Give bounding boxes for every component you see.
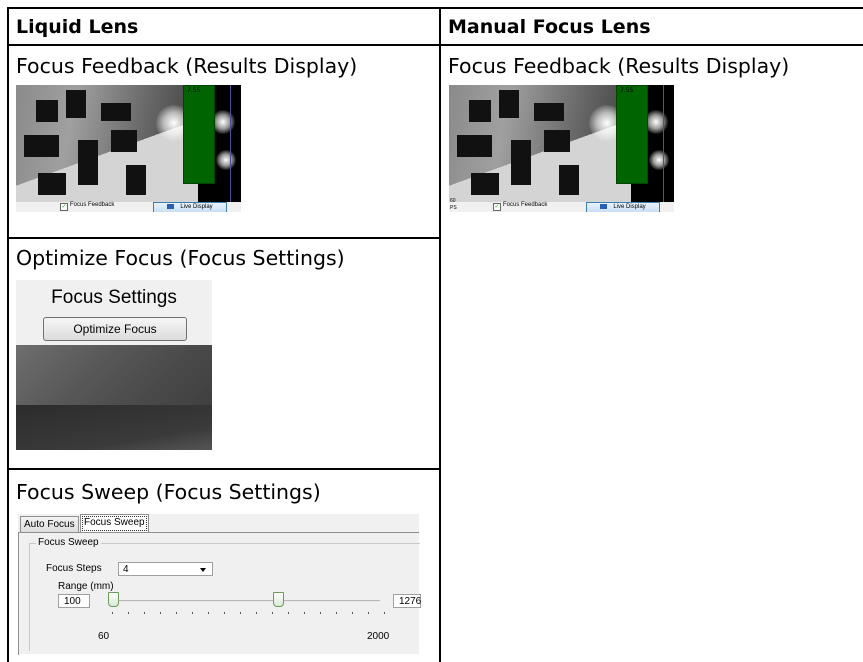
slider-tick (288, 612, 289, 614)
range-slider-track[interactable] (108, 600, 380, 602)
slider-tick (128, 612, 129, 614)
focus-feedback-bar (616, 85, 648, 184)
optimize-focus-image (16, 345, 212, 450)
focus-settings-title: Focus Settings (51, 287, 177, 308)
range-max-input[interactable]: 1276 (393, 594, 421, 608)
row3-left-title: Focus Sweep (Focus Settings) (16, 480, 321, 504)
focus-feedback-checkbox-label: Focus Feedback (70, 202, 115, 208)
comparison-table: Liquid Lens Manual Focus Lens Focus Feed… (0, 0, 863, 662)
focus-steps-select[interactable]: 4 (118, 562, 213, 576)
live-display-label: Live Display (613, 204, 646, 210)
edge-text: 60 (450, 198, 456, 204)
focus-image: 7.55 (16, 85, 241, 202)
focus-feedback-screenshot-liquid: 7.55 ✓ Focus Feedback Live Display (16, 85, 241, 212)
slider-tick (336, 612, 337, 614)
row1-right-title: Focus Feedback (Results Display) (448, 54, 790, 78)
focus-steps-value: 4 (123, 564, 129, 575)
tab-auto-focus[interactable]: Auto Focus (20, 516, 79, 533)
focus-feedback-value: 7.55 (620, 87, 634, 94)
row1-left-title: Focus Feedback (Results Display) (16, 54, 358, 78)
live-display-icon (167, 203, 175, 209)
header-liquid-lens: Liquid Lens (16, 16, 139, 38)
focus-steps-label: Focus Steps (46, 563, 102, 574)
range-min-input[interactable]: 100 (58, 594, 90, 608)
slider-tick (272, 612, 273, 614)
row1-bottom-border (7, 237, 439, 239)
range-label: Range (mm) (58, 581, 114, 592)
slider-tick (368, 612, 369, 614)
slider-tick (352, 612, 353, 614)
row2-left-title: Optimize Focus (Focus Settings) (16, 246, 345, 270)
focus-feedback-checkbox[interactable]: ✓ (493, 203, 501, 211)
scale-max-label: 2000 (367, 631, 390, 642)
slider-tick (144, 612, 145, 614)
column-divider (439, 7, 441, 662)
focus-feedback-checkbox[interactable]: ✓ (60, 203, 68, 211)
table-top-border (7, 7, 863, 9)
slider-tick (304, 612, 305, 614)
live-display-label: Live Display (180, 204, 213, 210)
slider-tick (192, 612, 193, 614)
slider-tick (240, 612, 241, 614)
focus-feedback-screenshot-manual: 7.55 60 PS ✓ Focus Feedback Live Display (449, 85, 674, 212)
focus-sweep-screenshot: Auto Focus Focus Sweep Focus Sweep Focus… (18, 514, 421, 655)
slider-tick (384, 612, 385, 614)
tab-focus-sweep[interactable]: Focus Sweep (80, 514, 149, 533)
scale-min-label: 60 (98, 631, 110, 642)
row2-bottom-border (7, 468, 439, 470)
header-bottom-border (7, 44, 863, 46)
focus-feedback-checkbox-label: Focus Feedback (503, 202, 548, 208)
table-left-border (7, 7, 9, 662)
dropdown-arrow-icon (200, 568, 206, 572)
slider-tick (160, 612, 161, 614)
focus-sweep-group-label: Focus Sweep (36, 537, 101, 548)
focus-image: 7.55 (449, 85, 674, 202)
slider-tick (208, 612, 209, 614)
range-max-thumb[interactable] (273, 592, 284, 607)
slider-tick (320, 612, 321, 614)
live-display-button[interactable]: Live Display (586, 202, 660, 212)
slider-tick (112, 612, 113, 614)
slider-tick (256, 612, 257, 614)
slider-tick (224, 612, 225, 614)
focus-feedback-bar (183, 85, 215, 184)
focus-feedback-value: 7.55 (187, 87, 201, 94)
header-manual-focus-lens: Manual Focus Lens (448, 16, 651, 38)
optimize-focus-screenshot: Focus Settings Optimize Focus (16, 280, 212, 450)
edge-text: PS (450, 205, 457, 211)
slider-tick (176, 612, 177, 614)
range-min-thumb[interactable] (108, 592, 119, 607)
live-display-icon (600, 203, 608, 209)
live-display-button[interactable]: Live Display (153, 202, 227, 212)
optimize-focus-button[interactable]: Optimize Focus (43, 317, 187, 341)
